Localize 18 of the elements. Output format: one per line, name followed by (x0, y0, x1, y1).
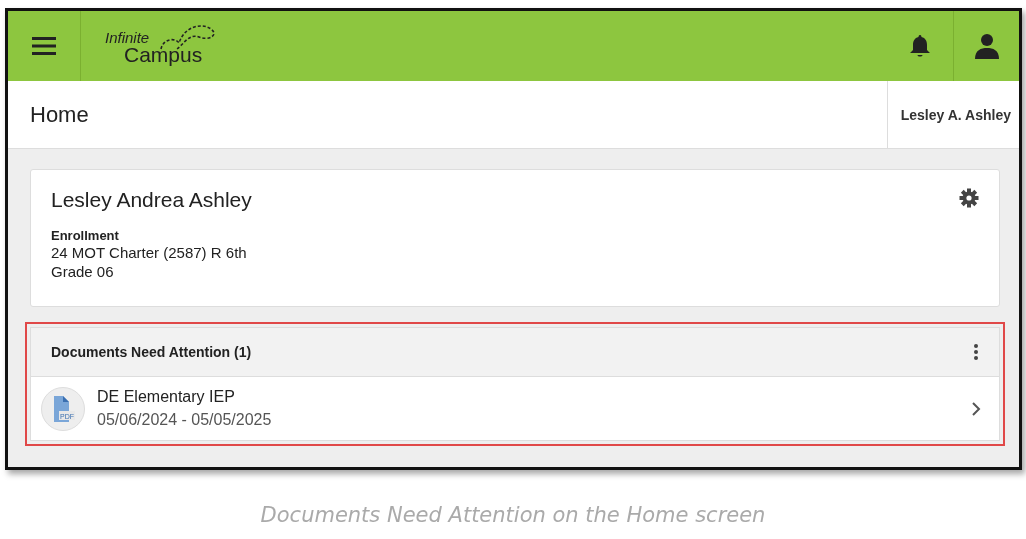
bell-icon (909, 34, 931, 58)
panel-title: Documents Need Attention (1) (51, 344, 252, 360)
enrollment-text: 24 MOT Charter (2587) R 6th (51, 243, 248, 262)
caption: Documents Need Attention on the Home screen (259, 503, 767, 527)
enrollment-text: Grade 06 (51, 262, 115, 281)
user-name: Lesley A. Ashley (886, 81, 1019, 148)
chevron-right-icon (971, 400, 981, 417)
more-options-icon[interactable] (973, 343, 979, 361)
document-dates: 05/06/2024 - 05/05/2025 (97, 411, 273, 429)
page-title: Home (30, 101, 90, 128)
logo-text: Campus (124, 43, 203, 67)
student-name: Lesley Andrea Ashley (51, 188, 252, 212)
settings-icon[interactable] (959, 188, 979, 208)
person-icon (974, 33, 999, 59)
menu-icon (32, 36, 56, 56)
section-label: Enrollment (51, 228, 120, 243)
document-title: DE Elementary IEP (97, 388, 236, 406)
logo-text: Infinite (105, 29, 150, 46)
